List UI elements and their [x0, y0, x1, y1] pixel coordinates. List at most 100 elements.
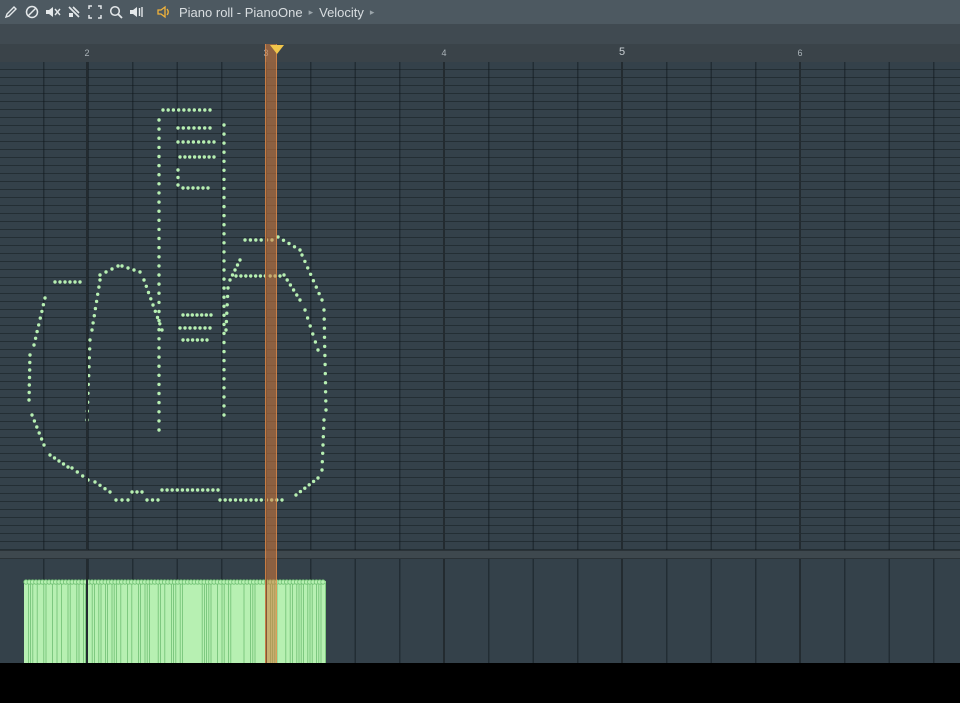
note[interactable]: [140, 490, 144, 494]
note[interactable]: [157, 127, 161, 131]
note[interactable]: [222, 159, 226, 163]
note[interactable]: [190, 488, 195, 492]
note[interactable]: [37, 431, 41, 435]
note[interactable]: [288, 283, 293, 287]
note[interactable]: [222, 141, 226, 145]
note[interactable]: [222, 286, 226, 290]
note[interactable]: [222, 377, 226, 381]
note[interactable]: [176, 168, 180, 172]
note[interactable]: [298, 489, 303, 494]
note[interactable]: [202, 140, 206, 144]
note[interactable]: [157, 173, 161, 177]
note[interactable]: [182, 108, 186, 112]
note[interactable]: [157, 218, 161, 222]
note[interactable]: [222, 277, 226, 281]
note[interactable]: [142, 278, 146, 282]
note[interactable]: [234, 274, 238, 278]
note[interactable]: [196, 140, 201, 144]
parameter-velocity[interactable]: Velocity: [319, 5, 364, 20]
note[interactable]: [41, 303, 46, 307]
note[interactable]: [157, 200, 161, 204]
note[interactable]: [222, 340, 226, 345]
note[interactable]: [228, 278, 232, 282]
note[interactable]: [66, 465, 70, 469]
note[interactable]: [222, 213, 226, 218]
note[interactable]: [188, 155, 192, 159]
bar-number-2[interactable]: 2: [84, 48, 89, 58]
note[interactable]: [225, 303, 229, 307]
note[interactable]: [322, 326, 327, 330]
note[interactable]: [314, 285, 318, 289]
note[interactable]: [201, 488, 205, 492]
note[interactable]: [160, 488, 164, 492]
bar-number-6[interactable]: 6: [797, 48, 802, 58]
speaker-icon[interactable]: [157, 5, 172, 19]
note[interactable]: [249, 498, 253, 502]
bar-number-4[interactable]: 4: [441, 48, 446, 58]
note[interactable]: [92, 314, 97, 318]
note[interactable]: [39, 437, 44, 441]
note[interactable]: [157, 145, 161, 150]
note[interactable]: [222, 204, 226, 209]
note[interactable]: [298, 248, 302, 252]
note[interactable]: [186, 313, 190, 317]
note[interactable]: [249, 274, 253, 278]
note[interactable]: [192, 126, 196, 130]
zoom-tool-icon[interactable]: [105, 0, 126, 24]
note[interactable]: [211, 488, 215, 492]
note[interactable]: [32, 343, 36, 347]
note[interactable]: [181, 338, 185, 342]
note[interactable]: [305, 316, 310, 320]
note[interactable]: [157, 227, 161, 232]
note[interactable]: [108, 490, 112, 494]
note[interactable]: [233, 498, 238, 502]
note[interactable]: [323, 390, 328, 394]
note[interactable]: [157, 355, 161, 359]
note[interactable]: [207, 140, 211, 144]
notes-layer[interactable]: [0, 62, 960, 550]
note[interactable]: [198, 326, 202, 330]
note[interactable]: [222, 177, 226, 182]
note[interactable]: [192, 108, 196, 112]
note[interactable]: [157, 209, 161, 213]
note[interactable]: [190, 313, 194, 317]
note[interactable]: [165, 488, 169, 492]
note[interactable]: [171, 108, 176, 112]
note[interactable]: [222, 268, 226, 272]
note[interactable]: [322, 308, 326, 312]
timeline-ruler[interactable]: 23456: [0, 44, 960, 63]
note[interactable]: [176, 126, 180, 130]
note[interactable]: [70, 466, 74, 470]
note[interactable]: [110, 267, 114, 271]
note[interactable]: [30, 413, 34, 417]
note[interactable]: [222, 195, 226, 200]
note[interactable]: [307, 483, 311, 487]
note[interactable]: [98, 273, 102, 277]
note[interactable]: [38, 316, 42, 320]
note[interactable]: [225, 311, 229, 315]
note[interactable]: [63, 280, 67, 284]
note[interactable]: [306, 266, 310, 270]
note[interactable]: [303, 259, 307, 264]
note[interactable]: [320, 298, 324, 302]
note[interactable]: [287, 241, 291, 246]
note[interactable]: [37, 323, 41, 327]
note[interactable]: [205, 338, 209, 342]
note[interactable]: [157, 328, 161, 332]
note[interactable]: [181, 313, 185, 317]
note[interactable]: [243, 238, 247, 242]
note[interactable]: [157, 382, 161, 387]
note[interactable]: [87, 356, 92, 360]
note[interactable]: [323, 362, 327, 367]
playhead-marker-icon[interactable]: [270, 45, 284, 54]
note[interactable]: [187, 108, 191, 112]
note[interactable]: [81, 474, 85, 478]
note[interactable]: [201, 186, 205, 190]
note[interactable]: [157, 163, 161, 168]
note[interactable]: [27, 375, 32, 380]
note[interactable]: [157, 337, 161, 341]
note[interactable]: [157, 419, 161, 423]
note[interactable]: [258, 274, 263, 278]
note[interactable]: [187, 126, 191, 130]
note[interactable]: [226, 286, 230, 290]
